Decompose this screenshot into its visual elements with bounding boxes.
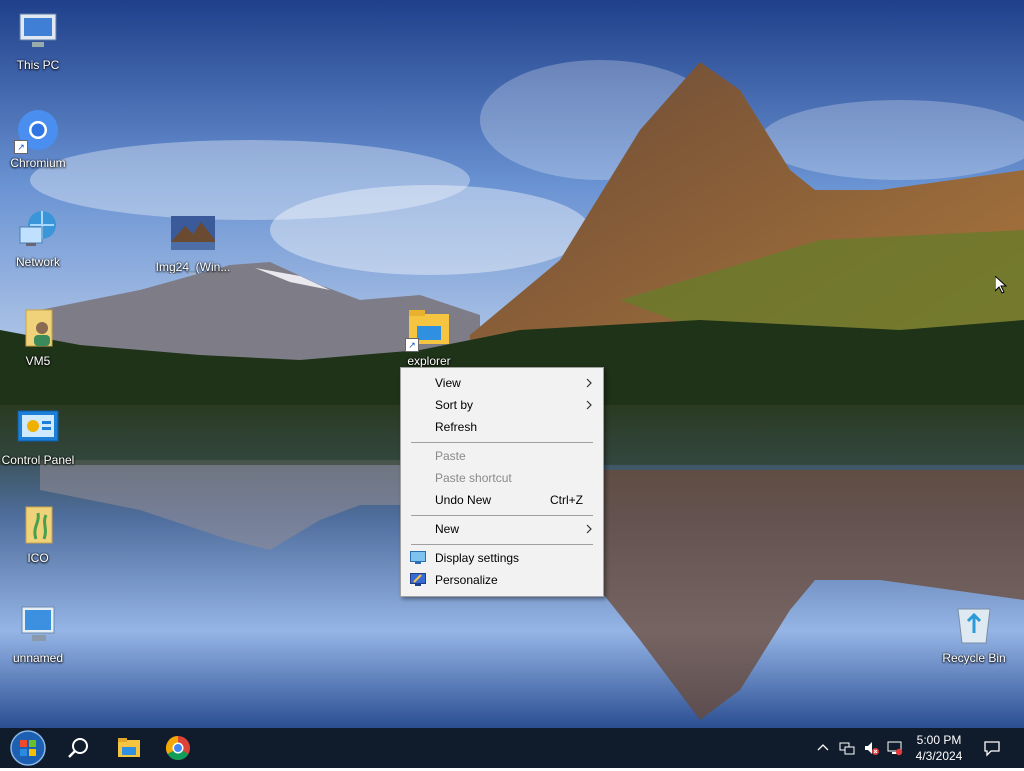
display-settings-icon xyxy=(410,551,426,564)
clock-time: 5:00 PM xyxy=(916,733,962,747)
clock-date: 4/3/2024 xyxy=(915,749,963,763)
menu-item-paste: Paste xyxy=(401,445,603,467)
icon-label: unnamed xyxy=(12,651,64,665)
icon-label: Img24_(Win... xyxy=(155,260,231,274)
ico-folder-icon xyxy=(16,503,60,547)
taskbar-file-explorer[interactable] xyxy=(104,728,152,768)
recycle-bin-icon xyxy=(952,603,996,647)
icon-label: ICO xyxy=(27,551,49,565)
menu-item-label: View xyxy=(435,376,461,390)
notification-icon[interactable] xyxy=(983,739,1001,757)
menu-item-view[interactable]: View xyxy=(401,372,603,394)
user-folder-icon xyxy=(16,306,60,350)
system-clock[interactable]: 5:00 PM 4/3/2024 xyxy=(908,732,970,764)
desktop-icon-network[interactable]: Network xyxy=(0,207,76,269)
control-panel-icon xyxy=(16,405,60,449)
taskbar: 5:00 PM 4/3/2024 xyxy=(0,728,1024,768)
image-file-icon xyxy=(171,212,215,256)
menu-item-refresh[interactable]: Refresh xyxy=(401,416,603,438)
mouse-cursor-icon xyxy=(995,276,1007,294)
menu-item-label: Refresh xyxy=(435,420,478,434)
chrome-icon xyxy=(165,736,190,761)
volume-muted-icon[interactable] xyxy=(863,740,879,756)
icon-label: explorer xyxy=(407,354,451,368)
menu-item-label: Paste shortcut xyxy=(435,471,512,485)
menu-item-shortcut: Ctrl+Z xyxy=(550,493,583,507)
menu-item-label: Undo New xyxy=(435,493,492,507)
menu-item-paste-shortcut: Paste shortcut xyxy=(401,467,603,489)
icon-label: This PC xyxy=(16,58,60,72)
menu-item-undo-new[interactable]: Undo New Ctrl+Z xyxy=(401,489,603,511)
wallpaper xyxy=(0,0,1024,728)
menu-item-display-settings[interactable]: Display settings xyxy=(401,547,603,569)
icon-label: Network xyxy=(15,255,60,269)
monitor-icon[interactable] xyxy=(887,740,903,756)
this-pc-icon xyxy=(16,10,60,54)
desktop-icon-control-panel[interactable]: Control Panel xyxy=(0,405,76,467)
desktop-icon-chromium[interactable]: ↗ Chromium xyxy=(0,108,76,170)
menu-item-label: Paste xyxy=(435,449,466,463)
desktop-icon-img24[interactable]: Img24_(Win... xyxy=(155,212,231,274)
desktop-icon-this-pc[interactable]: This PC xyxy=(0,10,76,72)
icon-label: Chromium xyxy=(10,156,66,170)
menu-separator xyxy=(411,442,593,443)
desktop-icon-unnamed[interactable]: unnamed xyxy=(0,603,76,665)
network-icon xyxy=(16,207,60,251)
shortcut-arrow-icon: ↗ xyxy=(405,338,419,352)
desktop-icon-explorer[interactable]: ↗ explorer xyxy=(391,306,467,368)
menu-item-label: Personalize xyxy=(435,573,498,587)
start-icon xyxy=(10,730,46,766)
explorer-folder-icon: ↗ xyxy=(405,306,451,352)
shortcut-arrow-icon: ↗ xyxy=(14,140,28,154)
desktop-icon-vm5[interactable]: VM5 xyxy=(0,306,76,368)
icon-label: Control Panel xyxy=(1,453,75,467)
search-button[interactable] xyxy=(54,728,102,768)
search-icon xyxy=(68,738,88,758)
personalize-icon xyxy=(410,573,426,586)
chromium-icon: ↗ xyxy=(14,108,60,154)
chevron-right-icon xyxy=(586,524,592,534)
network-icon[interactable] xyxy=(839,740,855,756)
desktop-icon-recycle-bin[interactable]: Recycle Bin xyxy=(936,603,1012,665)
icon-label: VM5 xyxy=(25,354,51,368)
menu-item-label: Sort by xyxy=(435,398,474,412)
menu-item-label: Display settings xyxy=(435,551,520,565)
file-explorer-icon xyxy=(118,738,140,757)
chevron-right-icon xyxy=(586,400,592,410)
menu-item-sort-by[interactable]: Sort by xyxy=(401,394,603,416)
desktop-icon-ico[interactable]: ICO xyxy=(0,503,76,565)
menu-item-label: New xyxy=(435,522,460,536)
start-button[interactable] xyxy=(2,728,50,768)
menu-item-personalize[interactable]: Personalize xyxy=(401,569,603,591)
icon-label: Recycle Bin xyxy=(942,651,1006,665)
chevron-right-icon xyxy=(586,378,592,388)
taskbar-chrome[interactable] xyxy=(154,728,202,768)
desktop[interactable]: This PC ↗ Chromium Network Img24_(Win...… xyxy=(0,0,1024,728)
monitor-icon xyxy=(16,603,60,647)
menu-separator xyxy=(411,544,593,545)
chevron-up-icon[interactable] xyxy=(815,740,831,756)
desktop-context-menu: View Sort by Refresh Paste Paste shortcu… xyxy=(400,367,604,597)
menu-item-new[interactable]: New xyxy=(401,518,603,540)
menu-separator xyxy=(411,515,593,516)
